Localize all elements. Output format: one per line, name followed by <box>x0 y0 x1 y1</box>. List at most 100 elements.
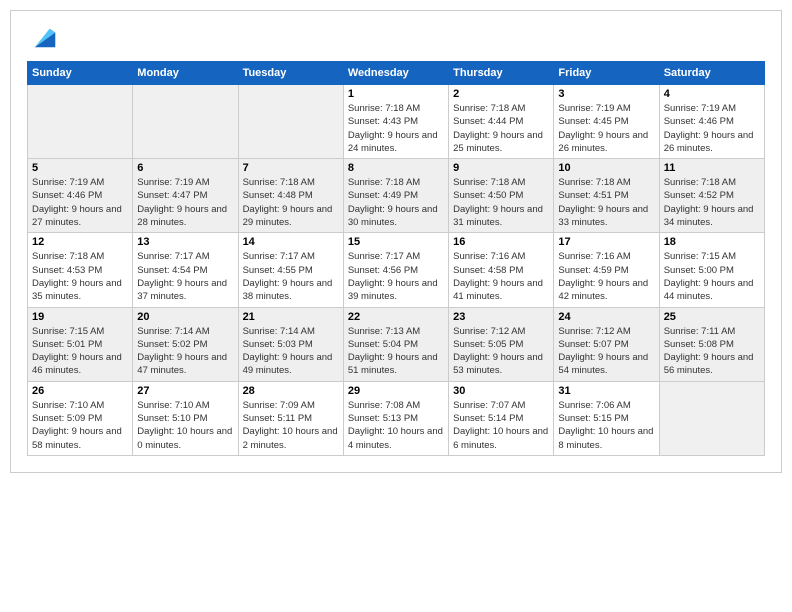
day-info: Sunrise: 7:18 AM Sunset: 4:53 PM Dayligh… <box>32 250 128 303</box>
day-cell: 6 Sunrise: 7:19 AM Sunset: 4:47 PM Daylig… <box>133 159 238 233</box>
day-cell: 10 Sunrise: 7:18 AM Sunset: 4:51 PM Dayli… <box>554 159 659 233</box>
day-number: 9 <box>453 162 549 174</box>
day-number: 21 <box>243 311 339 323</box>
day-info: Sunrise: 7:15 AM Sunset: 5:01 PM Dayligh… <box>32 325 128 378</box>
day-number: 2 <box>453 88 549 100</box>
day-cell: 5Sunrise: 7:19 AM Sunset: 4:46 PM Daylig… <box>28 159 133 233</box>
day-info: Sunrise: 7:19 AM Sunset: 4:45 PM Dayligh… <box>558 102 654 155</box>
day-info: Sunrise: 7:17 AM Sunset: 4:56 PM Dayligh… <box>348 250 444 303</box>
day-cell: 13 Sunrise: 7:17 AM Sunset: 4:54 PM Dayli… <box>133 233 238 307</box>
day-number: 20 <box>137 311 233 323</box>
day-info: Sunrise: 7:12 AM Sunset: 5:05 PM Dayligh… <box>453 325 549 378</box>
day-cell: 24Sunrise: 7:12 AM Sunset: 5:07 PM Dayli… <box>554 307 659 381</box>
day-info: Sunrise: 7:19 AM Sunset: 4:47 PM Dayligh… <box>137 176 233 229</box>
day-cell: 23 Sunrise: 7:12 AM Sunset: 5:05 PM Dayli… <box>449 307 554 381</box>
day-number: 10 <box>558 162 654 174</box>
calendar-page: SundayMondayTuesdayWednesdayThursdayFrid… <box>10 10 782 473</box>
day-number: 12 <box>32 236 128 248</box>
weekday-header-friday: Friday <box>554 62 659 85</box>
day-number: 22 <box>348 311 444 323</box>
day-number: 30 <box>453 385 549 397</box>
day-cell: 14Sunrise: 7:17 AM Sunset: 4:55 PM Dayli… <box>238 233 343 307</box>
day-number: 31 <box>558 385 654 397</box>
day-number: 4 <box>664 88 760 100</box>
day-info: Sunrise: 7:19 AM Sunset: 4:46 PM Dayligh… <box>664 102 760 155</box>
day-cell: 8 Sunrise: 7:18 AM Sunset: 4:49 PM Daylig… <box>343 159 448 233</box>
day-cell: 7Sunrise: 7:18 AM Sunset: 4:48 PM Daylig… <box>238 159 343 233</box>
day-cell: 29 Sunrise: 7:08 AM Sunset: 5:13 PM Dayli… <box>343 381 448 455</box>
day-cell: 15Sunrise: 7:17 AM Sunset: 4:56 PM Dayli… <box>343 233 448 307</box>
day-cell: 4 Sunrise: 7:19 AM Sunset: 4:46 PM Daylig… <box>659 85 764 159</box>
day-cell: 21 Sunrise: 7:14 AM Sunset: 5:03 PM Dayli… <box>238 307 343 381</box>
day-number: 29 <box>348 385 444 397</box>
day-cell: 25Sunrise: 7:11 AM Sunset: 5:08 PM Dayli… <box>659 307 764 381</box>
day-info: Sunrise: 7:10 AM Sunset: 5:10 PM Dayligh… <box>137 399 233 452</box>
day-number: 8 <box>348 162 444 174</box>
day-cell <box>238 85 343 159</box>
day-number: 28 <box>243 385 339 397</box>
day-number: 14 <box>243 236 339 248</box>
day-number: 16 <box>453 236 549 248</box>
day-cell: 9 Sunrise: 7:18 AM Sunset: 4:50 PM Daylig… <box>449 159 554 233</box>
day-info: Sunrise: 7:10 AM Sunset: 5:09 PM Dayligh… <box>32 399 128 452</box>
day-cell: 17 Sunrise: 7:16 AM Sunset: 4:59 PM Dayli… <box>554 233 659 307</box>
day-info: Sunrise: 7:18 AM Sunset: 4:52 PM Dayligh… <box>664 176 760 229</box>
day-number: 26 <box>32 385 128 397</box>
day-number: 17 <box>558 236 654 248</box>
day-number: 13 <box>137 236 233 248</box>
week-row-1: 1 Sunrise: 7:18 AM Sunset: 4:43 PM Daylig… <box>28 85 765 159</box>
day-cell: 26 Sunrise: 7:10 AM Sunset: 5:09 PM Dayli… <box>28 381 133 455</box>
weekday-header-row: SundayMondayTuesdayWednesdayThursdayFrid… <box>28 62 765 85</box>
day-number: 23 <box>453 311 549 323</box>
weekday-header-tuesday: Tuesday <box>238 62 343 85</box>
day-info: Sunrise: 7:07 AM Sunset: 5:14 PM Dayligh… <box>453 399 549 452</box>
day-number: 11 <box>664 162 760 174</box>
day-number: 5 <box>32 162 128 174</box>
day-info: Sunrise: 7:11 AM Sunset: 5:08 PM Dayligh… <box>664 325 760 378</box>
weekday-header-saturday: Saturday <box>659 62 764 85</box>
day-info: Sunrise: 7:13 AM Sunset: 5:04 PM Dayligh… <box>348 325 444 378</box>
day-info: Sunrise: 7:18 AM Sunset: 4:48 PM Dayligh… <box>243 176 339 229</box>
day-cell: 11 Sunrise: 7:18 AM Sunset: 4:52 PM Dayli… <box>659 159 764 233</box>
day-cell <box>28 85 133 159</box>
day-info: Sunrise: 7:18 AM Sunset: 4:49 PM Dayligh… <box>348 176 444 229</box>
day-info: Sunrise: 7:18 AM Sunset: 4:50 PM Dayligh… <box>453 176 549 229</box>
day-number: 1 <box>348 88 444 100</box>
day-cell: 27 Sunrise: 7:10 AM Sunset: 5:10 PM Dayli… <box>133 381 238 455</box>
weekday-header-monday: Monday <box>133 62 238 85</box>
day-info: Sunrise: 7:14 AM Sunset: 5:02 PM Dayligh… <box>137 325 233 378</box>
day-cell: 2Sunrise: 7:18 AM Sunset: 4:44 PM Daylig… <box>449 85 554 159</box>
day-cell: 18Sunrise: 7:15 AM Sunset: 5:00 PM Dayli… <box>659 233 764 307</box>
day-info: Sunrise: 7:14 AM Sunset: 5:03 PM Dayligh… <box>243 325 339 378</box>
day-info: Sunrise: 7:06 AM Sunset: 5:15 PM Dayligh… <box>558 399 654 452</box>
day-info: Sunrise: 7:09 AM Sunset: 5:11 PM Dayligh… <box>243 399 339 452</box>
day-number: 6 <box>137 162 233 174</box>
week-row-4: 19Sunrise: 7:15 AM Sunset: 5:01 PM Dayli… <box>28 307 765 381</box>
weekday-header-wednesday: Wednesday <box>343 62 448 85</box>
day-info: Sunrise: 7:18 AM Sunset: 4:43 PM Dayligh… <box>348 102 444 155</box>
day-cell: 22 Sunrise: 7:13 AM Sunset: 5:04 PM Dayli… <box>343 307 448 381</box>
header <box>27 23 765 51</box>
day-number: 18 <box>664 236 760 248</box>
day-info: Sunrise: 7:17 AM Sunset: 4:54 PM Dayligh… <box>137 250 233 303</box>
day-cell: 30 Sunrise: 7:07 AM Sunset: 5:14 PM Dayli… <box>449 381 554 455</box>
day-cell: 12 Sunrise: 7:18 AM Sunset: 4:53 PM Dayli… <box>28 233 133 307</box>
weekday-header-sunday: Sunday <box>28 62 133 85</box>
day-number: 3 <box>558 88 654 100</box>
day-info: Sunrise: 7:18 AM Sunset: 4:51 PM Dayligh… <box>558 176 654 229</box>
day-number: 27 <box>137 385 233 397</box>
day-cell: 31 Sunrise: 7:06 AM Sunset: 5:15 PM Dayli… <box>554 381 659 455</box>
day-cell: 20 Sunrise: 7:14 AM Sunset: 5:02 PM Dayli… <box>133 307 238 381</box>
day-info: Sunrise: 7:08 AM Sunset: 5:13 PM Dayligh… <box>348 399 444 452</box>
day-cell <box>659 381 764 455</box>
week-row-5: 26 Sunrise: 7:10 AM Sunset: 5:09 PM Dayli… <box>28 381 765 455</box>
day-number: 24 <box>558 311 654 323</box>
weekday-header-thursday: Thursday <box>449 62 554 85</box>
logo <box>27 23 59 51</box>
day-cell: 16Sunrise: 7:16 AM Sunset: 4:58 PM Dayli… <box>449 233 554 307</box>
day-cell: 19Sunrise: 7:15 AM Sunset: 5:01 PM Dayli… <box>28 307 133 381</box>
day-info: Sunrise: 7:16 AM Sunset: 4:59 PM Dayligh… <box>558 250 654 303</box>
day-cell: 28 Sunrise: 7:09 AM Sunset: 5:11 PM Dayli… <box>238 381 343 455</box>
day-cell: 1 Sunrise: 7:18 AM Sunset: 4:43 PM Daylig… <box>343 85 448 159</box>
logo-icon <box>31 23 59 51</box>
